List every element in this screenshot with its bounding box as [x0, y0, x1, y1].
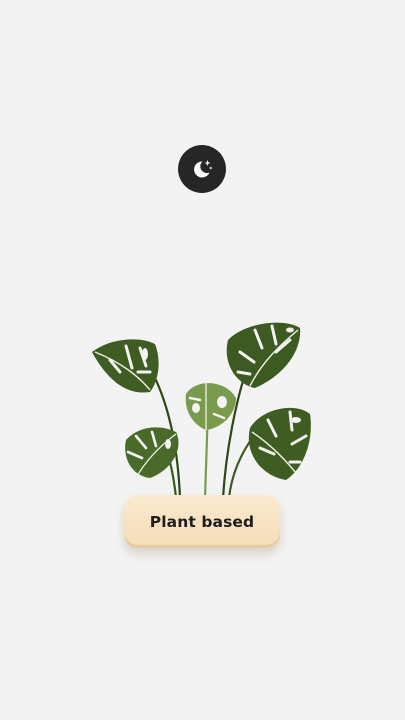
leaf-top-right — [226, 322, 301, 388]
leaf-top-left — [92, 339, 159, 393]
plant-illustration — [0, 0, 405, 720]
monstera-plant-illustration — [92, 322, 311, 500]
leaf-lower-left — [125, 427, 179, 479]
pot-label-button[interactable]: Plant based — [124, 495, 280, 548]
app-screen: Plant based — [0, 0, 405, 720]
leaf-center — [185, 382, 236, 430]
pot-label-text: Plant based — [149, 512, 255, 531]
leaf-lower-right — [248, 407, 311, 480]
